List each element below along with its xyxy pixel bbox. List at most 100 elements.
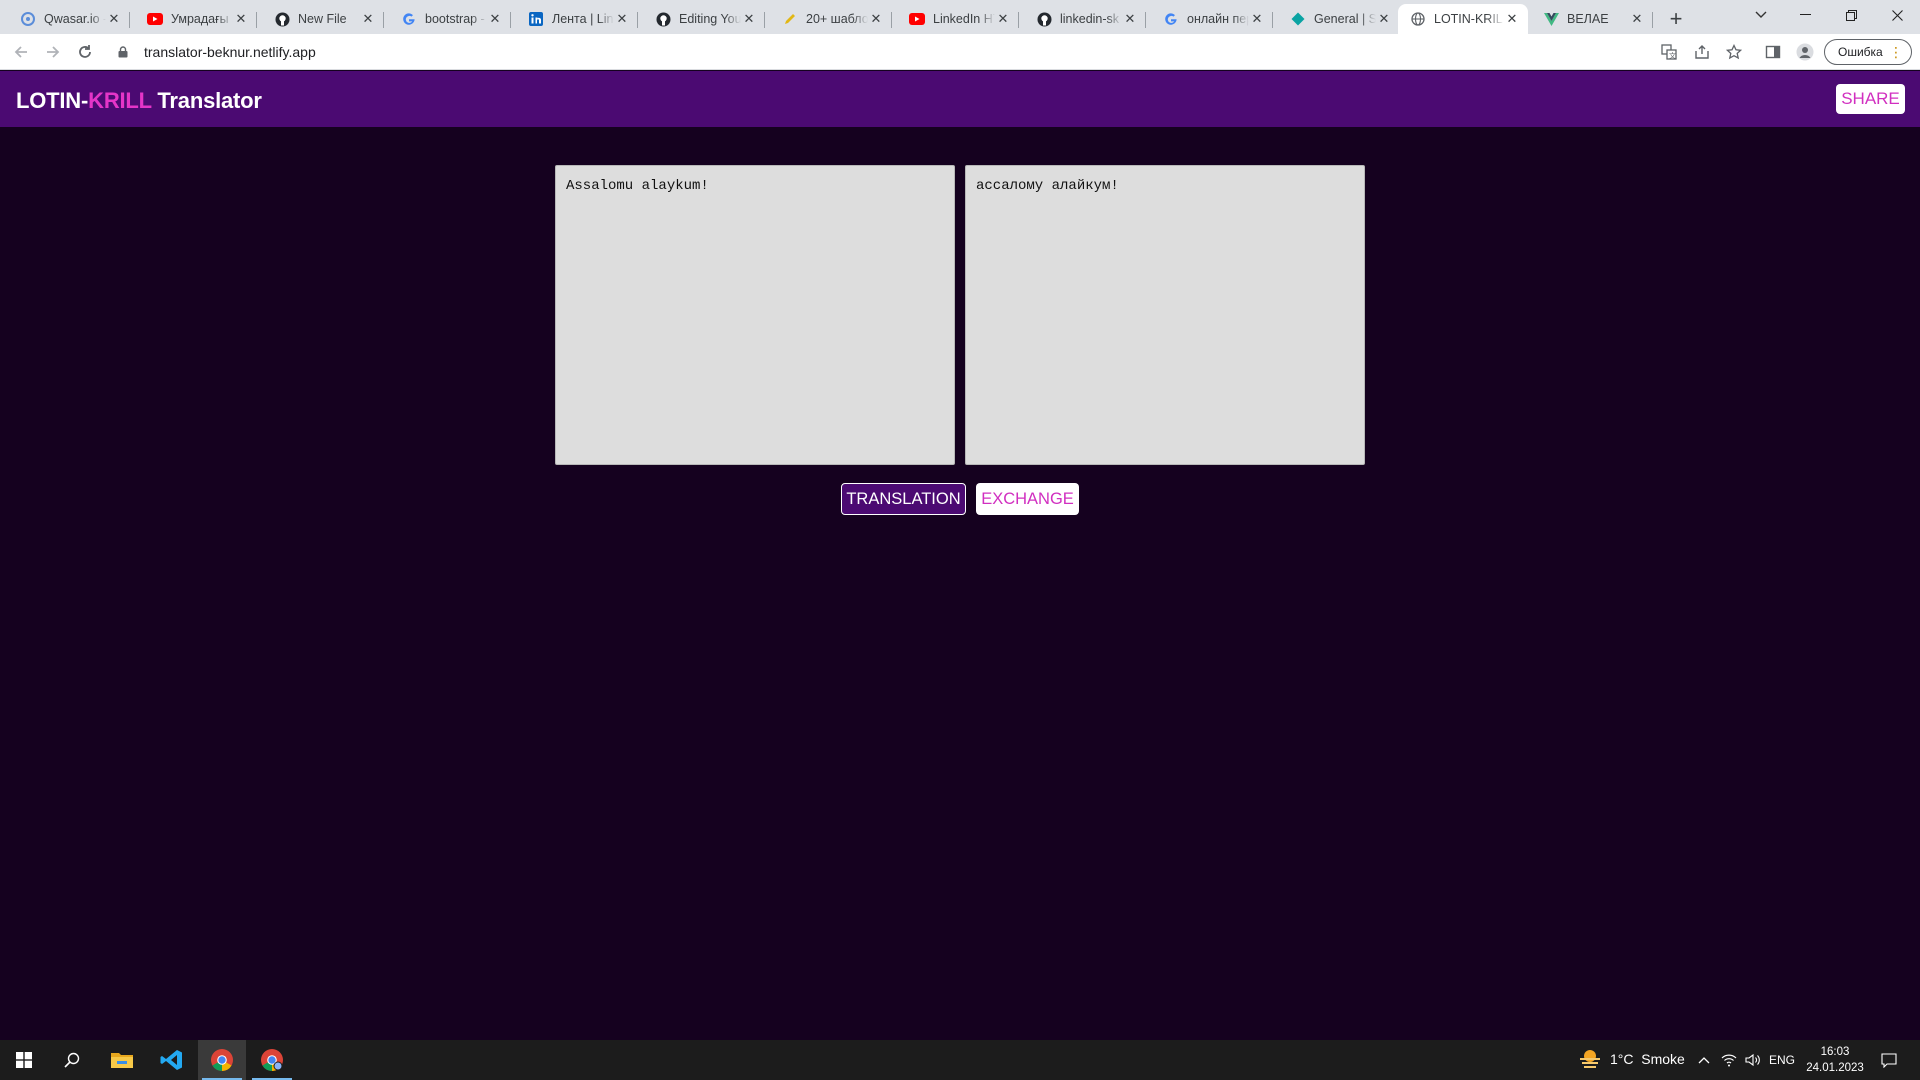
close-tab-icon[interactable]: ✕ xyxy=(233,11,249,27)
tab-strip: Qwasar.io - ✕ Умрадағы э ✕ New File ✕ bootstra… xyxy=(0,0,1920,34)
weather-text: 1°C Smoke xyxy=(1610,1051,1685,1067)
close-tab-icon[interactable]: ✕ xyxy=(1629,11,1645,27)
close-tab-icon[interactable]: ✕ xyxy=(614,11,630,27)
profile-avatar-icon[interactable] xyxy=(1794,41,1816,63)
windows-start-icon[interactable] xyxy=(0,1040,48,1080)
share-page-icon[interactable] xyxy=(1691,41,1713,63)
close-tab-icon[interactable]: ✕ xyxy=(741,11,757,27)
tab-title: 20+ шабло xyxy=(806,12,868,26)
tab-separator xyxy=(891,12,892,28)
browser-tab[interactable]: 20+ шабло ✕ xyxy=(770,4,892,34)
translation-button[interactable]: TRANSLATION xyxy=(841,483,966,515)
close-tab-icon[interactable]: ✕ xyxy=(1249,11,1265,27)
close-tab-icon[interactable]: ✕ xyxy=(1504,11,1520,27)
vscode-icon[interactable] xyxy=(148,1040,196,1080)
browser-toolbar: translator-beknur.netlify.app 文 Ошибка ⋮ xyxy=(0,34,1920,70)
tab-title: LOTIN-KRIL xyxy=(1434,12,1503,26)
translate-page-icon[interactable]: 文 xyxy=(1658,41,1680,63)
address-bar[interactable]: translator-beknur.netlify.app xyxy=(108,38,1820,66)
brand-lotin: LOTIN- xyxy=(16,88,89,113)
github-icon xyxy=(1036,11,1052,27)
close-tab-icon[interactable]: ✕ xyxy=(868,11,884,27)
tab-title: Editing You xyxy=(679,12,741,26)
notifications-icon[interactable] xyxy=(1874,1040,1904,1080)
youtube-icon xyxy=(147,11,163,27)
app-title: LOTIN-KRILL Translator xyxy=(16,88,262,114)
tab-separator xyxy=(1272,12,1273,28)
forward-arrow-icon[interactable] xyxy=(40,39,66,65)
browser-tab[interactable]: Умрадағы э ✕ xyxy=(135,4,257,34)
tab-separator xyxy=(256,12,257,28)
back-arrow-icon[interactable] xyxy=(8,39,34,65)
browser-tab[interactable]: Лента | Link ✕ xyxy=(516,4,638,34)
tab-separator xyxy=(383,12,384,28)
svg-text:文: 文 xyxy=(1669,51,1676,60)
google-icon xyxy=(401,11,417,27)
tab-separator xyxy=(1145,12,1146,28)
bookmark-star-icon[interactable] xyxy=(1723,41,1745,63)
chrome-profile-taskbar-icon[interactable] xyxy=(248,1040,296,1080)
kebab-menu-icon: ⋮ xyxy=(1889,44,1903,60)
browser-tab[interactable]: LOTIN-KRIL ✕ xyxy=(1398,4,1528,34)
browser-tab[interactable]: linkedin-sk ✕ xyxy=(1024,4,1146,34)
close-tab-icon[interactable]: ✕ xyxy=(995,11,1011,27)
network-icon[interactable] xyxy=(1718,1040,1740,1080)
tab-title: linkedin-sk xyxy=(1060,12,1120,26)
clock-time: 16:03 xyxy=(1820,1046,1850,1058)
new-tab-button[interactable]: + xyxy=(1662,5,1690,33)
restore-button[interactable] xyxy=(1828,0,1874,30)
close-tab-icon[interactable]: ✕ xyxy=(487,11,503,27)
share-button[interactable]: SHARE xyxy=(1836,84,1905,114)
tab-title: General | Sl xyxy=(1314,12,1376,26)
pencil-icon xyxy=(782,11,798,27)
tab-separator xyxy=(1652,12,1653,28)
youtube-icon xyxy=(909,11,925,27)
close-tab-icon[interactable]: ✕ xyxy=(360,11,376,27)
browser-tab[interactable]: ВЕЛАЕ ✕ xyxy=(1531,4,1653,34)
profile-error-button[interactable]: Ошибка ⋮ xyxy=(1824,39,1912,65)
weather-widget[interactable]: 1°C Smoke xyxy=(1578,1048,1685,1070)
browser-tab[interactable]: Editing You ✕ xyxy=(643,4,765,34)
vue-icon xyxy=(1543,11,1559,27)
volume-icon[interactable] xyxy=(1742,1040,1764,1080)
brand-krill: KRILL xyxy=(88,88,152,113)
chrome-taskbar-icon[interactable] xyxy=(198,1040,246,1080)
tab-separator xyxy=(510,12,511,28)
input-language-indicator[interactable]: ENG xyxy=(1766,1040,1798,1080)
tab-title: Лента | Link xyxy=(552,12,614,26)
close-tab-icon[interactable]: ✕ xyxy=(1122,11,1138,27)
globe-icon xyxy=(1410,11,1426,27)
browser-tab[interactable]: LinkedIn HT ✕ xyxy=(897,4,1019,34)
weather-haze-icon xyxy=(1578,1048,1602,1070)
reload-icon[interactable] xyxy=(72,39,98,65)
qwasar-icon xyxy=(20,11,36,27)
close-tab-icon[interactable]: ✕ xyxy=(106,11,122,27)
windows-taskbar: 1°C Smoke ENG 16:03 24.01.2023 xyxy=(0,1040,1920,1080)
close-tab-icon[interactable]: ✕ xyxy=(1376,11,1392,27)
exchange-button[interactable]: EXCHANGE xyxy=(976,483,1079,515)
tab-title: bootstrap - xyxy=(425,12,485,26)
linkedin-icon xyxy=(528,11,544,27)
source-textarea[interactable]: Assalomu alaykum! xyxy=(555,165,955,465)
tab-search-chevron-icon[interactable] xyxy=(1738,0,1784,30)
browser-tab[interactable]: bootstrap - ✕ xyxy=(389,4,511,34)
profile-error-label: Ошибка xyxy=(1838,45,1883,59)
result-textarea[interactable]: ассалому алайкум! xyxy=(965,165,1365,465)
tab-separator xyxy=(637,12,638,28)
browser-tab[interactable]: онлайн пер ✕ xyxy=(1151,4,1273,34)
minimize-button[interactable] xyxy=(1782,0,1828,30)
close-window-button[interactable] xyxy=(1874,0,1920,30)
browser-tab[interactable]: General | Sl ✕ xyxy=(1278,4,1400,34)
show-hidden-icons-chevron-icon[interactable] xyxy=(1694,1040,1714,1080)
file-explorer-icon[interactable] xyxy=(98,1040,146,1080)
browser-tab[interactable]: Qwasar.io - ✕ xyxy=(8,4,130,34)
side-panel-icon[interactable] xyxy=(1762,41,1784,63)
app-header: LOTIN-KRILL Translator SHARE xyxy=(0,71,1920,127)
tab-title: LinkedIn HT xyxy=(933,12,995,26)
system-clock[interactable]: 16:03 24.01.2023 xyxy=(1800,1044,1870,1076)
search-icon[interactable] xyxy=(48,1040,96,1080)
browser-tab[interactable]: New File ✕ xyxy=(262,4,384,34)
github-icon xyxy=(274,11,290,27)
url-text: translator-beknur.netlify.app xyxy=(144,44,316,60)
tab-title: онлайн пер xyxy=(1187,12,1249,26)
